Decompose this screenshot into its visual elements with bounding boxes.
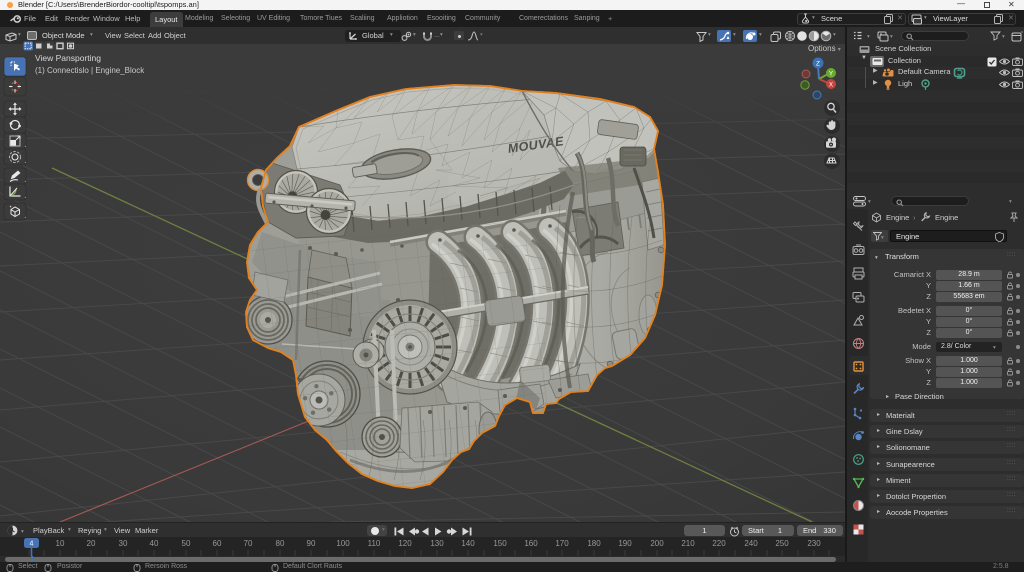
svg-text:140: 140: [461, 539, 475, 548]
svg-text:220: 220: [712, 539, 726, 548]
svg-text:°: °: [1021, 31, 1023, 37]
svg-text:170: 170: [555, 539, 569, 548]
svg-text:80: 80: [276, 539, 285, 548]
svg-text:20: 20: [87, 539, 96, 548]
svg-text:90: 90: [307, 539, 316, 548]
svg-text:240: 240: [744, 539, 758, 548]
svg-text:10: 10: [56, 539, 65, 548]
svg-text:250: 250: [775, 539, 789, 548]
svg-text:60: 60: [213, 539, 222, 548]
svg-text:View Pansporting: View Pansporting: [35, 53, 101, 63]
svg-text:X: X: [829, 83, 833, 89]
svg-text:30: 30: [119, 539, 128, 548]
svg-text:(1) Connectislo | Engine_Block: (1) Connectislo | Engine_Block: [35, 66, 145, 75]
svg-text:200: 200: [650, 539, 664, 548]
svg-text:150: 150: [493, 539, 507, 548]
svg-text:130: 130: [430, 539, 444, 548]
svg-text:120: 120: [398, 539, 412, 548]
svg-text:180: 180: [587, 539, 601, 548]
svg-text:Y: Y: [829, 72, 833, 78]
svg-text:70: 70: [244, 539, 253, 548]
svg-text:50: 50: [182, 539, 191, 548]
svg-text:210: 210: [681, 539, 695, 548]
svg-text:230: 230: [807, 539, 821, 548]
svg-text:Z: Z: [816, 61, 820, 68]
svg-text:110: 110: [368, 539, 381, 548]
svg-text:Options ▾: Options ▾: [808, 44, 841, 53]
svg-text:100: 100: [336, 539, 350, 548]
svg-text:4: 4: [30, 541, 34, 548]
svg-text:160: 160: [524, 539, 538, 548]
svg-text:190: 190: [618, 539, 632, 548]
svg-text:40: 40: [150, 539, 159, 548]
